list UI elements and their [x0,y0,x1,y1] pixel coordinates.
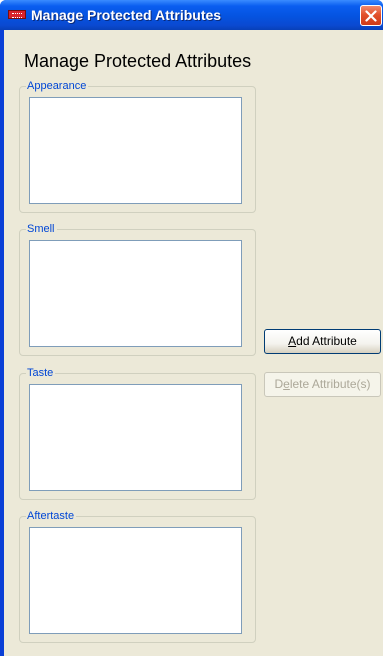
group-taste: Taste [19,366,256,500]
close-icon [365,10,377,22]
group-label-taste: Taste [26,366,56,380]
aftertaste-listbox[interactable] [29,527,242,634]
title-bar[interactable]: Manage Protected Attributes [0,0,383,30]
appearance-listbox[interactable] [29,97,242,204]
delete-attribute-mnemonic: e [283,377,290,391]
taste-listbox[interactable] [29,384,242,491]
group-aftertaste: Aftertaste [19,509,256,643]
group-label-aftertaste: Aftertaste [26,509,77,523]
dialog-window: Manage Protected Attributes Manage Prote… [0,0,383,656]
window-title: Manage Protected Attributes [31,7,222,23]
smell-listbox[interactable] [29,240,242,347]
delete-attribute-button[interactable]: Delete Attribute(s) [264,372,381,397]
add-attribute-button[interactable]: Add Attribute [264,329,381,354]
add-attribute-mnemonic: A [288,334,297,348]
group-label-appearance: Appearance [26,79,89,93]
app-icon [8,10,26,19]
delete-attribute-label-prefix: D [274,377,284,391]
group-label-smell: Smell [26,222,57,236]
group-smell: Smell [19,222,256,356]
close-button[interactable] [360,5,382,26]
add-attribute-label-rest: dd Attribute [296,334,357,348]
dialog-client-area: Manage Protected Attributes Appearance S… [4,30,383,656]
delete-attribute-label-rest: lete Attribute(s) [289,377,371,391]
group-appearance: Appearance [19,79,256,213]
page-title: Manage Protected Attributes [24,51,252,71]
